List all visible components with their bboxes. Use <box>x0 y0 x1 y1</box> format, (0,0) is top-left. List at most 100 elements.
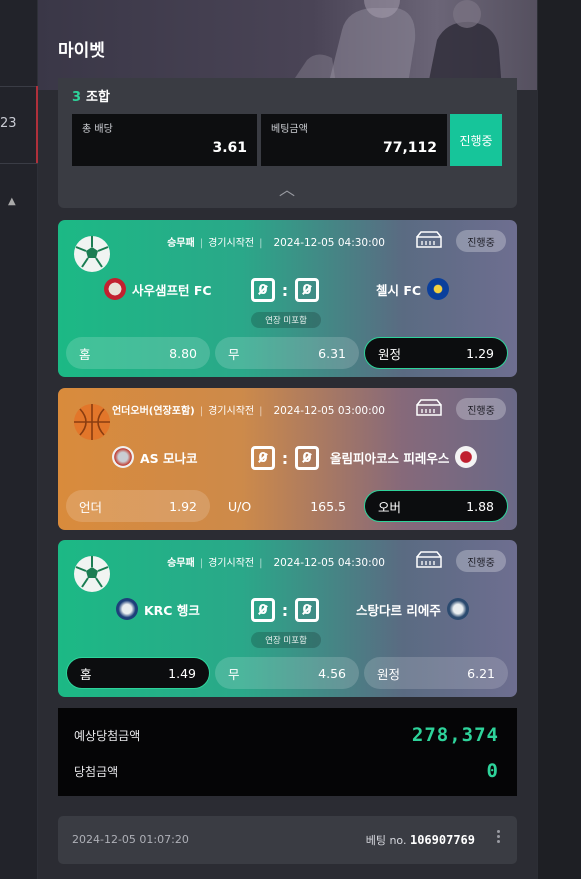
odds-value: 1.49 <box>168 665 196 681</box>
divider <box>0 163 38 164</box>
total-odds-value: 3.61 <box>212 140 247 156</box>
away-team: 첼시 FC <box>376 278 455 300</box>
stadium-icon <box>416 231 442 248</box>
score-separator: : <box>281 448 289 468</box>
odds-label: 무 <box>228 346 240 362</box>
score-separator: : <box>281 600 289 620</box>
total-odds-box: 총 배당 3.61 <box>72 114 257 166</box>
odds-button-under[interactable]: 언더 1.92 <box>66 490 210 522</box>
away-score: 0 <box>295 598 319 622</box>
match-card: 승무패 | 경기시작전 | 2024-12-05 04:30:00 진행중 사우샘프턴 … <box>58 220 517 377</box>
bet-amount-label: 베팅금액 <box>271 124 308 135</box>
odds-value: 1.88 <box>466 498 494 514</box>
away-score: 0 <box>295 446 319 470</box>
combo-status-button[interactable]: 진행중 <box>450 114 502 166</box>
olympiacos-crest-icon <box>455 446 478 468</box>
background-sidebar: 23 ▲ <box>0 0 38 879</box>
southampton-crest-icon <box>104 278 126 300</box>
odds-button-home[interactable]: 홈 8.80 <box>66 337 210 369</box>
odds-button-away[interactable]: 원정 1.29 <box>364 337 508 369</box>
combo-header: 3 조합 <box>72 86 110 105</box>
as-monaco-crest-icon <box>112 446 134 468</box>
soccer-ball-icon <box>74 556 110 592</box>
bet-timestamp: 2024-12-05 01:07:20 <box>72 833 189 846</box>
match-meta: 언더오버(연장포함) | 경기시작전 | 2024-12-05 03:00:00 <box>111 405 385 417</box>
odds-label: 원정 <box>377 666 401 682</box>
bet-number-value: 106907769 <box>409 833 475 847</box>
match-state: 경기시작전 <box>208 238 255 249</box>
bet-number-label: 베팅 no. <box>365 834 407 847</box>
winnings-summary: 예상당첨금액 278,374 당첨금액 0 <box>58 708 517 796</box>
scoreboard: 0 : 0 <box>251 278 319 302</box>
match-status-badge: 진행중 <box>456 230 506 252</box>
combo-summary: 3 조합 총 배당 3.61 베팅금액 77,112 진행중 ︿ <box>58 78 517 208</box>
away-team-name: 올림피아코스 피레우스 <box>330 450 450 466</box>
bet-amount-value: 77,112 <box>382 140 437 156</box>
home-score: 0 <box>251 446 275 470</box>
chelsea-crest-icon <box>427 278 450 300</box>
combo-label: 조합 <box>86 90 110 105</box>
odds-value: 165.5 <box>310 498 346 514</box>
stadium-icon <box>416 399 442 416</box>
handicap-line: U/O 165.5 <box>215 490 359 522</box>
market-type: 언더오버(연장포함) <box>111 406 195 417</box>
home-team-name: AS 모나코 <box>140 450 198 466</box>
overtime-note: 연장 미포함 <box>251 632 321 648</box>
odds-button-draw[interactable]: 무 6.31 <box>215 337 359 369</box>
match-card: 언더오버(연장포함) | 경기시작전 | 2024-12-05 03:00:00 진행중… <box>58 388 517 530</box>
odds-value: 1.92 <box>169 498 197 514</box>
home-team: KRC 헹크 <box>110 598 200 620</box>
bet-number: 베팅 no. 106907769 <box>366 832 475 848</box>
away-team: 스탕다르 리에주 <box>356 598 475 620</box>
odds-value: 6.31 <box>318 345 346 361</box>
odds-button-draw[interactable]: 무 4.56 <box>215 657 359 689</box>
panel-title: 마이벳 <box>58 41 105 61</box>
krc-genk-crest-icon <box>116 598 138 620</box>
home-team: AS 모나코 <box>106 446 198 468</box>
home-team-name: 사우샘프턴 FC <box>132 282 212 298</box>
odds-label: 홈 <box>79 346 91 362</box>
odds-label: 언더 <box>79 499 103 515</box>
away-team-name: 첼시 FC <box>376 282 422 298</box>
odds-value: 8.80 <box>169 345 197 361</box>
bet-amount-box: 베팅금액 77,112 <box>261 114 447 166</box>
mybet-panel: 마이벳 3 조합 총 배당 3.61 베팅금액 77,112 진행중 ︿ 승무패 |… <box>38 0 537 879</box>
match-datetime: 2024-12-05 03:00:00 <box>273 405 385 417</box>
odds-button-over[interactable]: 오버 1.88 <box>364 490 508 522</box>
bet-info-row: 2024-12-05 01:07:20 베팅 no. 106907769 <box>58 816 517 864</box>
odds-button-away[interactable]: 원정 6.21 <box>364 657 508 689</box>
match-meta: 승무패 | 경기시작전 | 2024-12-05 04:30:00 <box>167 237 385 249</box>
expected-winnings-row: 예상당첨금액 278,374 <box>74 724 499 746</box>
away-team: 올림피아코스 피레우스 <box>330 446 483 468</box>
odds-label: 오버 <box>378 499 402 515</box>
combo-count: 3 <box>72 90 82 105</box>
chevron-up-icon: ▲ <box>8 196 16 207</box>
home-score: 0 <box>251 598 275 622</box>
odds-button-home[interactable]: 홈 1.49 <box>66 657 210 689</box>
market-type: 승무패 <box>167 238 195 249</box>
odds-label: 원정 <box>378 346 402 362</box>
divider <box>0 86 38 87</box>
odds-value: 6.21 <box>467 665 495 681</box>
panel-banner: 마이벳 <box>38 0 537 90</box>
match-status-badge: 진행중 <box>456 550 506 572</box>
match-status-badge: 진행중 <box>456 398 506 420</box>
odds-label: U/O <box>228 498 252 514</box>
home-team-name: KRC 헹크 <box>144 602 200 618</box>
collapse-chevron-icon[interactable]: ︿ <box>276 176 298 199</box>
background-sidebar-right <box>537 0 581 879</box>
away-score: 0 <box>295 278 319 302</box>
match-state: 경기시작전 <box>208 406 255 417</box>
standard-liege-crest-icon <box>446 598 469 620</box>
scoreboard: 0 : 0 <box>251 446 319 470</box>
match-card: 승무패 | 경기시작전 | 2024-12-05 04:30:00 진행중 KRC 헹크… <box>58 540 517 697</box>
stadium-icon <box>416 551 442 568</box>
more-options-icon[interactable] <box>495 828 501 848</box>
away-team-name: 스탕다르 리에주 <box>356 602 441 618</box>
overtime-note: 연장 미포함 <box>251 312 321 328</box>
odds-label: 홈 <box>80 666 92 682</box>
background-number: 23 <box>0 116 17 131</box>
basketball-icon <box>74 404 110 440</box>
market-type: 승무패 <box>167 558 195 569</box>
match-state: 경기시작전 <box>208 558 255 569</box>
